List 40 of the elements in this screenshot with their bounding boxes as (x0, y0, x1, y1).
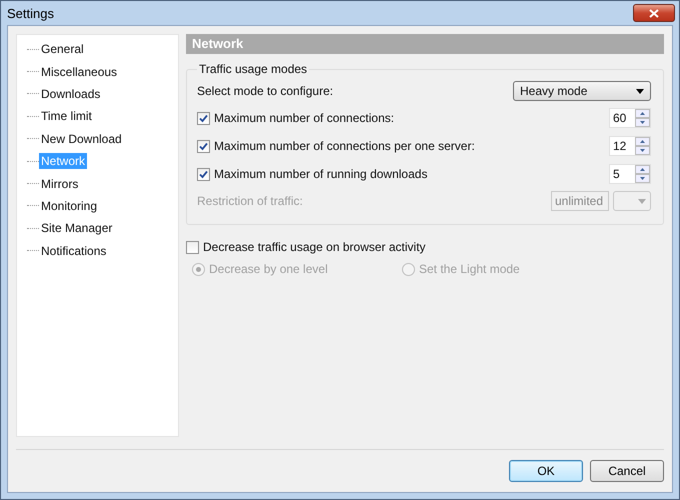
caret-icon (638, 198, 646, 204)
field-label: Select mode to configure: (197, 84, 334, 98)
number-spinner[interactable]: 12 (609, 136, 651, 156)
checkbox[interactable] (186, 240, 199, 254)
tree-item[interactable]: Time limit (39, 108, 94, 124)
tree-item[interactable]: Monitoring (39, 198, 100, 214)
checkbox-label: Maximum number of running downloads (214, 167, 428, 181)
number-spinner[interactable]: 60 (609, 108, 651, 128)
checkbox[interactable] (197, 112, 210, 124)
dialog-button[interactable]: OK (509, 460, 583, 482)
check-icon (199, 114, 208, 122)
caret-icon (636, 88, 644, 94)
checkbox-label: Maximum number of connections: (214, 111, 394, 125)
radio-label: Decrease by one level (209, 262, 328, 276)
tree-item[interactable]: Notifications (39, 242, 108, 259)
tree-item[interactable]: New Download (39, 130, 124, 147)
check-icon (199, 142, 208, 150)
number-spinner[interactable]: 5 (609, 164, 651, 184)
spin-arrows-icon[interactable] (635, 165, 650, 183)
spin-arrows-icon[interactable] (635, 137, 650, 155)
field-label: Restriction of traffic: (197, 194, 303, 208)
checkbox-label: Maximum number of connections per one server: (214, 139, 475, 153)
checkbox-label: Decrease traffic usage on browser activity (203, 240, 426, 254)
section-header: Network (186, 34, 664, 54)
tree-item[interactable]: Mirrors (39, 176, 80, 192)
radio-label: Set the Light mode (419, 262, 520, 276)
window-title: Settings (7, 6, 54, 20)
group-title: Traffic usage modes (198, 62, 308, 76)
tree-item[interactable]: Miscellaneous (39, 64, 120, 80)
mode-dropdown[interactable]: Heavy mode (513, 81, 651, 101)
checkbox[interactable] (197, 168, 210, 180)
tree-item[interactable]: Site Manager (39, 220, 114, 236)
tree-item[interactable]: General (39, 41, 86, 58)
tree-item[interactable]: Downloads (39, 86, 102, 102)
close-button[interactable] (633, 4, 675, 22)
checkbox[interactable] (197, 140, 210, 152)
spin-arrows-icon[interactable] (635, 109, 650, 127)
dialog-button[interactable]: Cancel (590, 460, 664, 482)
check-icon (199, 170, 208, 178)
close-icon (649, 8, 659, 18)
